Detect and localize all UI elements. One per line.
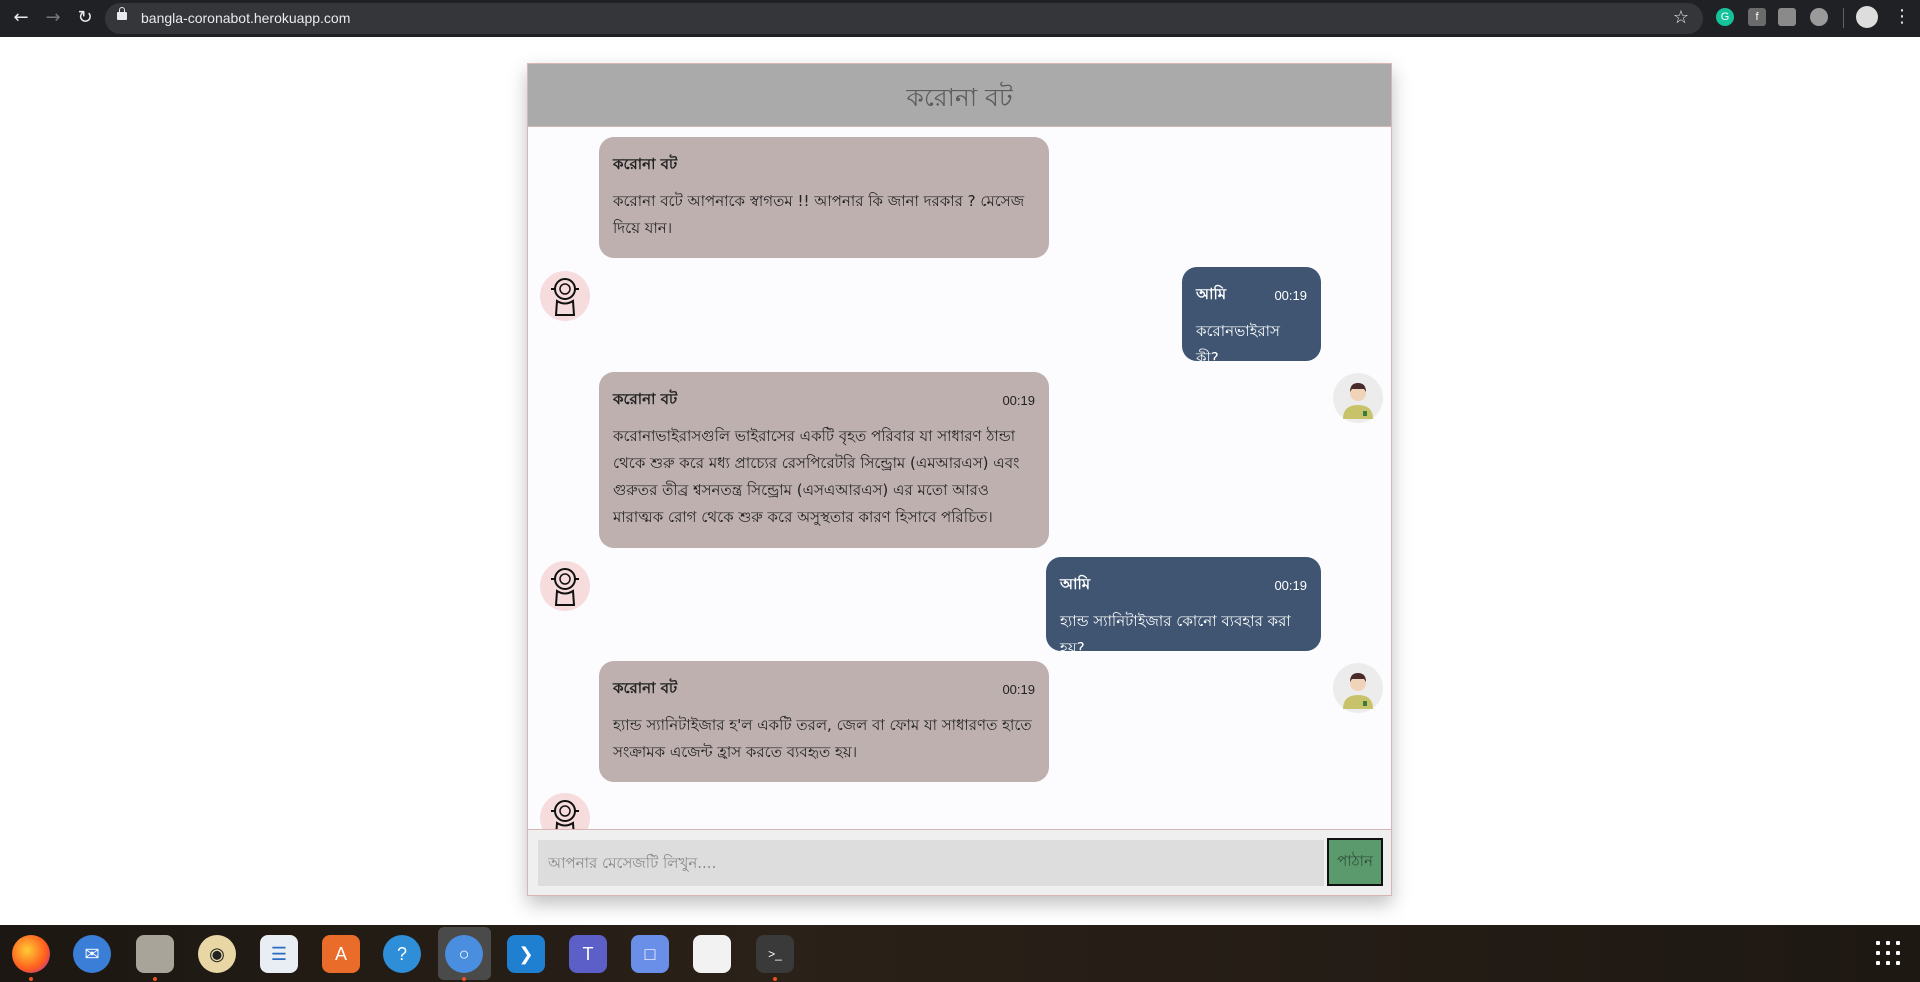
message-time: 00:19 <box>1274 288 1307 303</box>
menu-kebab-icon[interactable]: ⋮ <box>1893 6 1911 27</box>
vscode-icon[interactable]: ❯ <box>507 935 545 973</box>
message-text: হ্যান্ড স্যানিটাইজার কোনো ব্যবহার করা হয… <box>1060 612 1291 657</box>
running-indicator <box>153 977 157 981</box>
message-bubble: করোনা বট 00:19 হ্যান্ড স্যানিটাইজার হ'ল … <box>599 661 1049 782</box>
running-indicator <box>462 977 466 981</box>
toolbar-divider <box>1843 8 1844 28</box>
back-icon[interactable]: ← <box>8 5 34 31</box>
extension-f-icon[interactable]: f <box>1748 8 1766 26</box>
bot-avatar <box>540 271 590 321</box>
message-composer: পাঠান <box>528 829 1391 895</box>
person-icon <box>1343 383 1373 419</box>
chat-messages[interactable]: করোনা বট করোনা বটে আপনাকে স্বাগতম !! আপন… <box>528 127 1391 892</box>
grammarly-icon[interactable]: G <box>1716 8 1734 26</box>
chat-header: করোনা বট <box>528 64 1391 127</box>
thunderbird-icon[interactable]: ✉ <box>73 935 111 973</box>
profile-avatar-icon[interactable] <box>1856 6 1878 28</box>
user-avatar <box>1333 663 1383 713</box>
taskbar: ✉ ◉ ☰ A ? ○ ❯ T □ >_ <box>0 925 1920 982</box>
extension-pages-icon[interactable] <box>1778 8 1796 26</box>
robot-icon <box>551 278 579 316</box>
robot-icon <box>551 568 579 606</box>
message-text: করোনাভাইরাসগুলি ভাইরাসের একটি বৃহত পরিবা… <box>613 427 1020 526</box>
files-icon[interactable] <box>136 935 174 973</box>
sender-name: করোনা বট <box>613 390 678 408</box>
message-text: হ্যান্ড স্যানিটাইজার হ'ল একটি তরল, জেল ব… <box>613 716 1032 761</box>
message-bubble: করোনা বট 00:19 করোনাভাইরাসগুলি ভাইরাসের … <box>599 372 1049 548</box>
message-bubble: আমি 00:19 হ্যান্ড স্যানিটাইজার কোনো ব্যব… <box>1046 557 1321 657</box>
chat-window: করোনা বট করোনা বট করোনা বটে আপনাকে স্বাগ… <box>527 63 1392 896</box>
message-bubble: করোনা বট করোনা বটে আপনাকে স্বাগতম !! আপন… <box>599 137 1049 258</box>
browser-toolbar: ← → ↻ bangla-coronabot.herokuapp.com ☆ G… <box>0 0 1920 37</box>
lock-icon <box>117 7 127 20</box>
screenshot-icon[interactable]: □ <box>631 935 669 973</box>
send-button[interactable]: পাঠান <box>1327 838 1383 886</box>
message-time: 00:19 <box>1002 682 1035 697</box>
chat-title: করোনা বট <box>906 83 1013 112</box>
teams-icon[interactable]: T <box>569 935 607 973</box>
terminal-icon[interactable]: >_ <box>756 935 794 973</box>
address-bar[interactable]: bangla-coronabot.herokuapp.com ☆ <box>105 3 1703 34</box>
bot-avatar <box>540 561 590 611</box>
software-center-icon[interactable]: A <box>322 935 360 973</box>
extension-cloud-icon[interactable] <box>1810 8 1828 26</box>
message-input[interactable] <box>538 840 1324 886</box>
help-icon[interactable]: ? <box>383 935 421 973</box>
sender-name: করোনা বট <box>613 679 678 697</box>
message-text: করোনা বটে আপনাকে স্বাগতম !! আপনার কি জান… <box>613 192 1025 237</box>
url-text: bangla-coronabot.herokuapp.com <box>141 10 351 26</box>
writer-icon[interactable]: ☰ <box>260 935 298 973</box>
forward-icon[interactable]: → <box>40 5 66 31</box>
message-time: 00:19 <box>1274 578 1307 593</box>
firefox-icon[interactable] <box>12 935 50 973</box>
running-indicator <box>773 977 777 981</box>
sender-name: আমি <box>1060 575 1091 593</box>
message-time: 00:19 <box>1002 393 1035 408</box>
chromium-icon[interactable]: ○ <box>445 935 483 973</box>
rhythmbox-icon[interactable]: ◉ <box>198 935 236 973</box>
running-indicator <box>29 977 33 981</box>
sender-name: করোনা বট <box>613 155 678 173</box>
show-applications-icon[interactable] <box>1876 941 1900 965</box>
person-icon <box>1343 673 1373 709</box>
message-bubble: আমি 00:19 করোনভাইরাস কী? <box>1182 267 1321 367</box>
text-editor-icon[interactable] <box>693 935 731 973</box>
user-avatar <box>1333 373 1383 423</box>
reload-icon[interactable]: ↻ <box>72 5 98 31</box>
message-text: করোনভাইরাস কী? <box>1196 322 1280 367</box>
bookmark-star-icon[interactable]: ☆ <box>1673 7 1689 28</box>
